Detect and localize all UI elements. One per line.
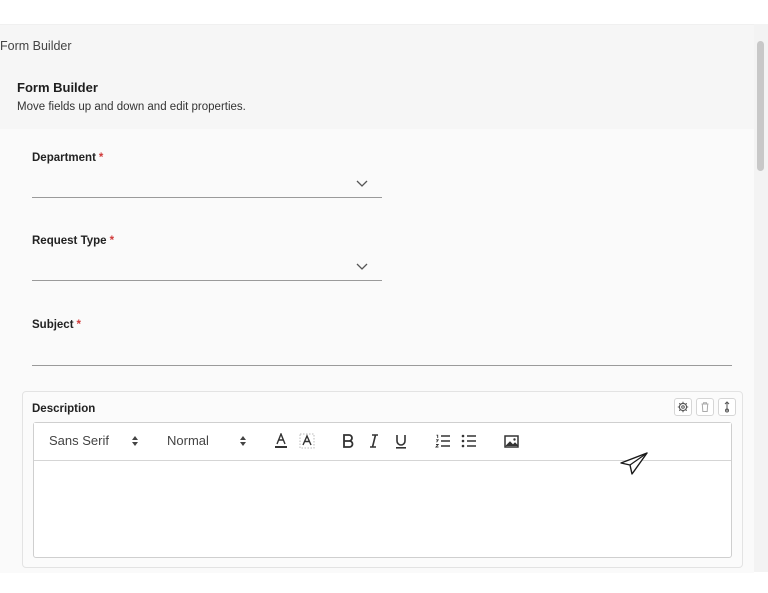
- ordered-list-button[interactable]: [434, 432, 452, 450]
- app-title: Form Builder: [0, 39, 72, 53]
- scrollbar-thumb[interactable]: [757, 41, 764, 171]
- required-mark: *: [76, 319, 82, 331]
- description-field-card[interactable]: Description Sans Serif Normal: [22, 391, 743, 568]
- select-arrows-icon: [240, 436, 246, 446]
- description-label: Description: [32, 403, 96, 415]
- field-delete-button[interactable]: [696, 398, 714, 416]
- header-subtitle: Move fields up and down and edit propert…: [17, 101, 246, 113]
- chevron-down-icon: [356, 263, 368, 270]
- background-color-button[interactable]: [298, 432, 316, 450]
- font-size-select[interactable]: Normal: [167, 433, 209, 448]
- font-color-button[interactable]: [272, 432, 290, 450]
- form-builder-header: Form Builder Move fields up and down and…: [0, 25, 754, 129]
- department-select[interactable]: [32, 172, 382, 198]
- italic-icon: [370, 434, 378, 448]
- request-type-select[interactable]: [32, 255, 382, 281]
- italic-button[interactable]: [365, 432, 383, 450]
- required-mark: *: [109, 235, 115, 247]
- font-family-select[interactable]: Sans Serif: [49, 433, 109, 448]
- background-color-icon: [299, 433, 315, 449]
- header-title: Form Builder: [17, 80, 98, 95]
- department-underline: [32, 197, 382, 198]
- rich-text-editor: Sans Serif Normal: [33, 422, 732, 558]
- trash-icon: [701, 402, 709, 412]
- underline-button[interactable]: [392, 432, 410, 450]
- insert-image-button[interactable]: [502, 432, 520, 450]
- bullet-list-icon: [461, 434, 476, 448]
- required-mark: *: [98, 152, 104, 164]
- request-type-label: Request Type *: [32, 235, 115, 247]
- field-actions: [674, 398, 736, 416]
- select-arrows-icon: [132, 436, 138, 446]
- field-move-button[interactable]: [718, 398, 736, 416]
- underline-icon: [396, 434, 406, 449]
- move-icon: [724, 401, 730, 413]
- ordered-list-icon: [435, 434, 450, 448]
- department-label: Department *: [32, 152, 104, 164]
- chevron-down-icon: [356, 180, 368, 187]
- subject-label: Subject *: [32, 319, 82, 331]
- bullet-list-button[interactable]: [460, 432, 478, 450]
- vertical-scrollbar[interactable]: [754, 24, 768, 572]
- bold-icon: [343, 434, 354, 448]
- bold-button[interactable]: [339, 432, 357, 450]
- field-settings-button[interactable]: [674, 398, 692, 416]
- mouse-cursor-icon: [620, 452, 648, 475]
- gear-icon: [677, 401, 689, 413]
- font-color-icon: [275, 433, 287, 448]
- request-type-underline: [32, 280, 382, 281]
- image-icon: [503, 434, 519, 448]
- subject-input[interactable]: [32, 338, 732, 366]
- subject-underline: [32, 365, 732, 366]
